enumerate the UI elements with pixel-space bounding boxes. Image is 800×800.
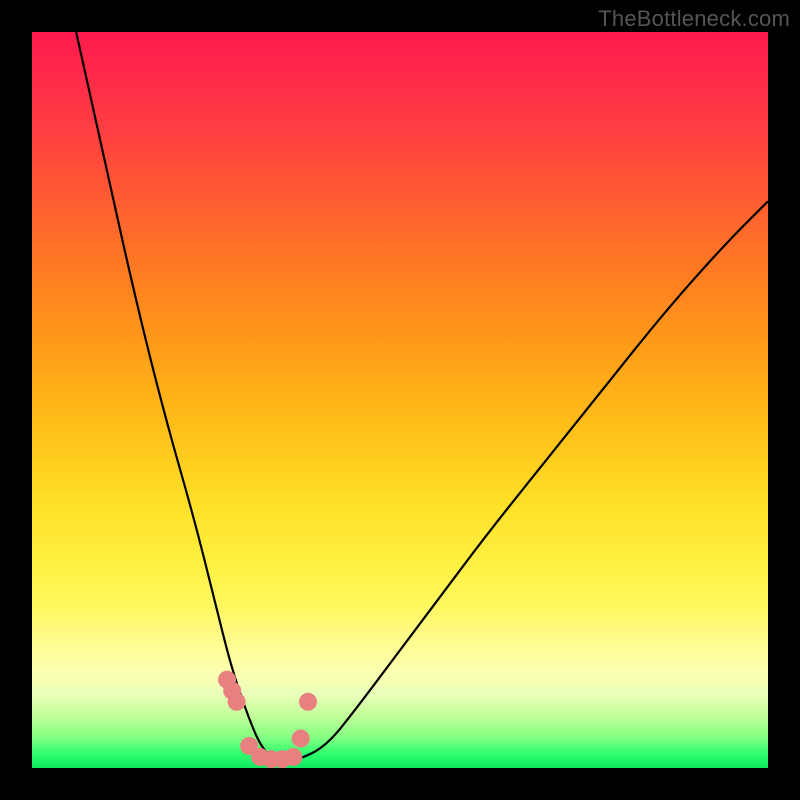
bottleneck-curve <box>76 32 768 761</box>
marker-dot <box>292 730 310 748</box>
chart-frame: TheBottleneck.com <box>0 0 800 800</box>
marker-dot <box>299 693 317 711</box>
chart-svg <box>32 32 768 768</box>
marker-dot <box>284 748 302 766</box>
marker-dots <box>218 671 317 768</box>
plot-area <box>32 32 768 768</box>
bottleneck-curve-path <box>76 32 768 761</box>
watermark-text: TheBottleneck.com <box>598 6 790 32</box>
marker-dot <box>228 693 246 711</box>
